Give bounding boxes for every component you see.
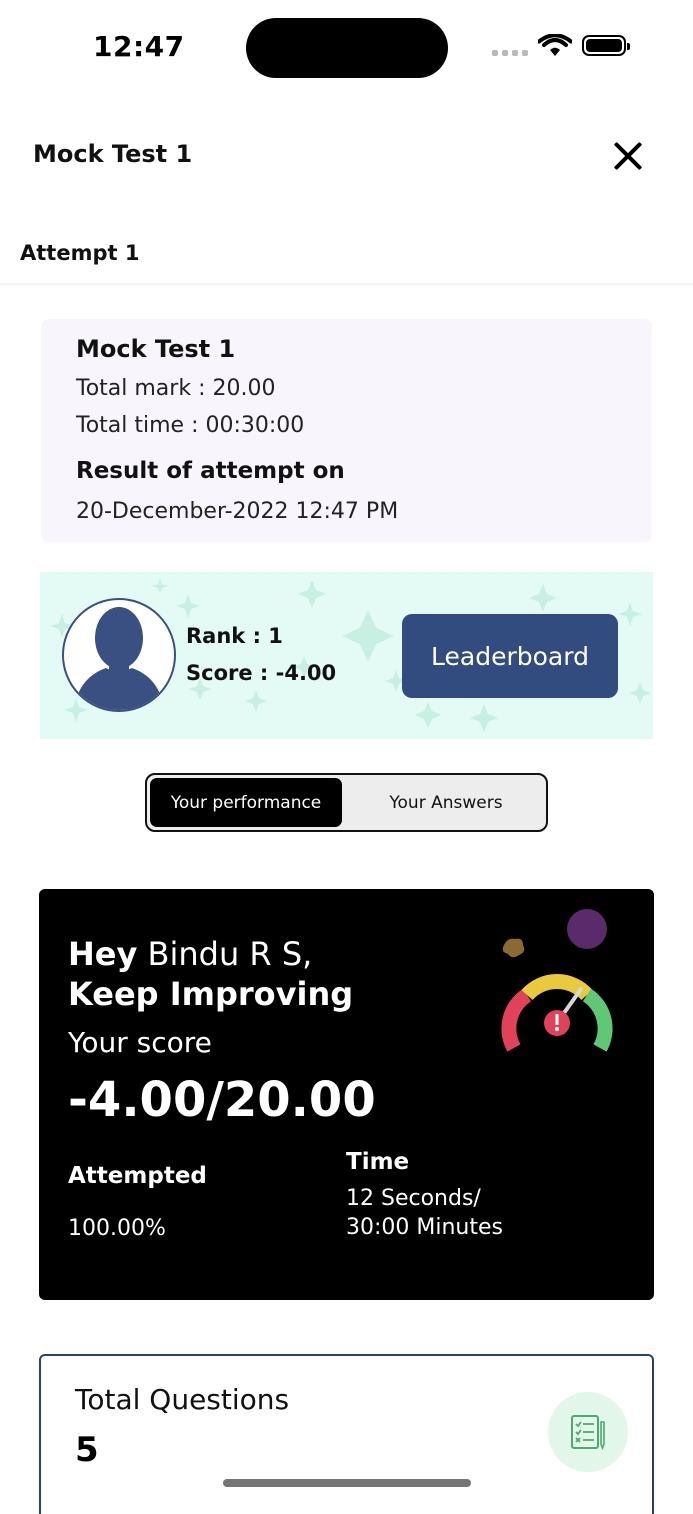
user-name: Bindu R S, [137, 935, 313, 973]
leaderboard-button[interactable]: Leaderboard [402, 614, 618, 698]
total-questions-card: Total Questions 5 [39, 1354, 654, 1514]
attempt-label: Attempt 1 [20, 241, 140, 265]
time-label: Time [346, 1149, 410, 1175]
checklist-icon [548, 1392, 628, 1472]
time-value-minutes: 30:00 Minutes [346, 1215, 503, 1240]
dynamic-island [246, 18, 448, 78]
rank-value: Rank : 1 [186, 624, 283, 648]
performance-card: Hey Bindu R S, Keep Improving Your score… [39, 889, 654, 1300]
tab-your-answers[interactable]: Your Answers [347, 778, 545, 827]
total-questions-label: Total Questions [75, 1383, 290, 1416]
encouragement-text: Keep Improving [68, 975, 354, 1013]
page-title: Mock Test 1 [33, 140, 193, 168]
tab-your-performance[interactable]: Your performance [150, 778, 342, 827]
greeting: Hey Bindu R S, [68, 935, 312, 973]
attempted-value: 100.00% [68, 1216, 166, 1241]
home-indicator[interactable] [223, 1479, 471, 1487]
result-date: 20-December-2022 12:47 PM [76, 499, 399, 524]
test-name: Mock Test 1 [76, 335, 236, 363]
close-icon[interactable] [608, 136, 648, 176]
speedometer-icon [501, 909, 613, 1052]
time-value-seconds: 12 Seconds/ [346, 1186, 481, 1211]
total-questions-value: 5 [75, 1430, 99, 1470]
wifi-icon [538, 34, 572, 56]
score-display: -4.00/20.00 [68, 1072, 376, 1128]
performance-answers-toggle: Your performance Your Answers [145, 773, 548, 832]
attempted-label: Attempted [68, 1163, 207, 1189]
status-bar: 12:47 [0, 0, 693, 96]
total-time: Total time : 00:30:00 [76, 413, 305, 438]
score-value: Score : -4.00 [186, 661, 337, 685]
header-divider [0, 283, 693, 287]
user-silhouette-icon [74, 607, 164, 710]
rank-banner: Rank : 1 Score : -4.00 Leaderboard [40, 572, 653, 739]
status-time: 12:47 [93, 30, 185, 63]
greeting-prefix: Hey [68, 935, 138, 973]
battery-icon [582, 35, 630, 56]
result-label: Result of attempt on [76, 458, 345, 484]
avatar [62, 598, 176, 712]
your-score-label: Your score [68, 1026, 212, 1059]
total-mark: Total mark : 20.00 [76, 376, 276, 401]
test-info-card: Mock Test 1 Total mark : 20.00 Total tim… [41, 319, 652, 542]
cellular-signal-icon [492, 50, 528, 58]
